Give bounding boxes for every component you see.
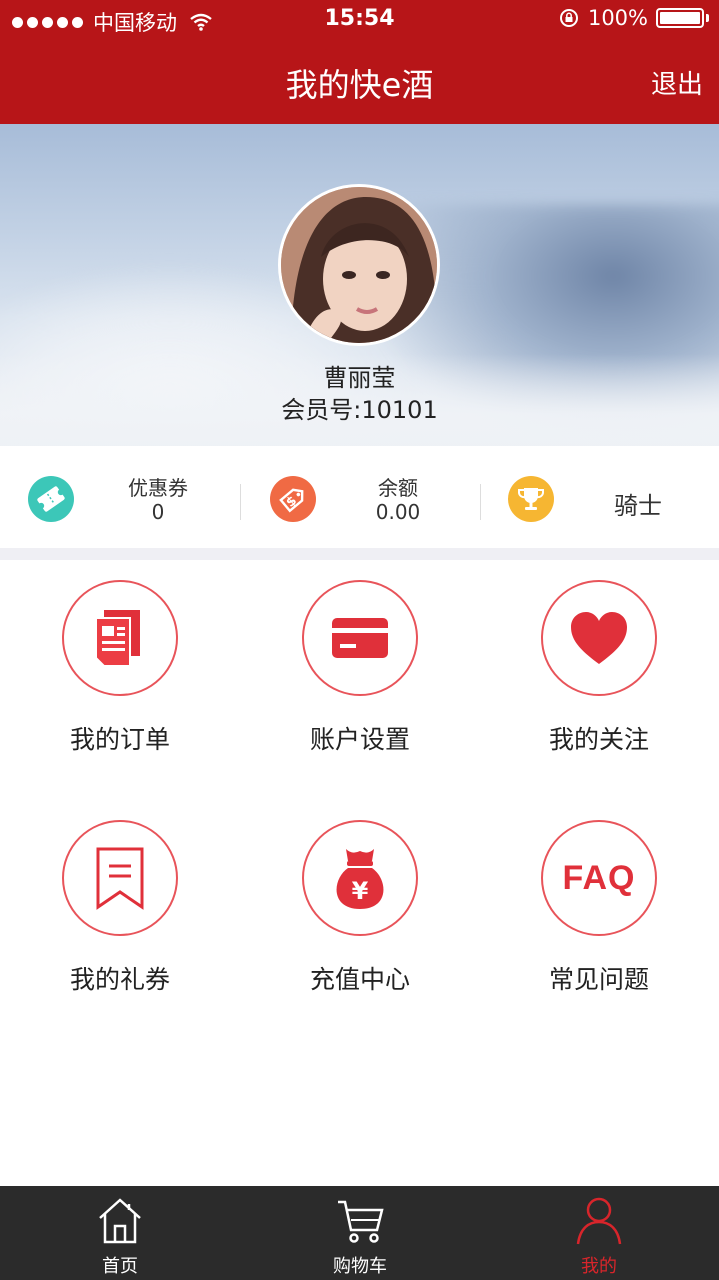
battery-percent: 100% (587, 6, 648, 30)
card-icon (332, 618, 388, 658)
orders-icon (95, 610, 140, 667)
stats-bar: 优惠券 0 $ 余额 0.00 骑士 (0, 446, 719, 552)
tab-home-label: 首页 (102, 1256, 138, 1277)
money-bag-icon: ¥ (336, 849, 384, 909)
faq-icon-ring: FAQ (541, 820, 657, 936)
my-follows-button[interactable]: 我的关注 (499, 580, 699, 780)
avatar[interactable] (278, 184, 440, 346)
top-bar: 中国移动 15:54 100% 我的快e酒 退出 (0, 0, 719, 124)
tab-bar: 首页 购物车 我的 (0, 1186, 719, 1280)
recharge-center-label: 充值中心 (309, 965, 410, 994)
cart-icon (338, 1200, 384, 1243)
account-settings-label: 账户设置 (309, 725, 410, 754)
balance-stat[interactable]: $ 余额 0.00 (240, 446, 480, 552)
logout-button[interactable]: 退出 (651, 64, 703, 101)
balance-label: 余额 (378, 476, 418, 500)
user-name: 曹丽莹 (323, 364, 396, 392)
battery-icon (656, 8, 704, 28)
my-follows-icon-ring (541, 580, 657, 696)
account-settings-button[interactable]: 账户设置 (260, 580, 460, 780)
status-bar: 中国移动 15:54 100% (0, 0, 719, 40)
faq-button[interactable]: FAQ 常见问题 (499, 820, 699, 1020)
my-vouchers-icon-ring (62, 820, 178, 936)
my-vouchers-button[interactable]: 我的礼券 (20, 820, 220, 1020)
level-stat[interactable]: 骑士 (480, 446, 719, 552)
heart-icon (571, 612, 627, 664)
rotation-lock-icon (559, 9, 578, 27)
home-icon (99, 1198, 141, 1244)
svg-text:¥: ¥ (352, 877, 369, 905)
battery-tip (706, 14, 709, 22)
tab-cart[interactable]: 购物车 (240, 1186, 480, 1280)
my-orders-icon-ring (62, 580, 178, 696)
tab-mine[interactable]: 我的 (479, 1186, 719, 1280)
coupon-label: 优惠券 (128, 476, 188, 500)
balance-value: 0.00 (375, 500, 421, 524)
account-settings-icon-ring (302, 580, 418, 696)
tab-cart-label: 购物车 (333, 1256, 387, 1277)
recharge-center-icon-ring: ¥ (302, 820, 418, 936)
faq-icon: FAQ (562, 858, 636, 897)
my-vouchers-label: 我的礼券 (69, 965, 170, 994)
ticket-icon (28, 476, 74, 522)
status-right: 100% (558, 6, 709, 30)
tab-home[interactable]: 首页 (0, 1186, 240, 1280)
page-title: 我的快e酒 (285, 66, 434, 104)
money-tag-icon: $ (270, 476, 316, 522)
profile-header: 曹丽莹 会员号:10101 (0, 124, 719, 446)
my-follows-label: 我的关注 (548, 725, 649, 754)
section-gap (0, 548, 719, 560)
nav-bar: 我的快e酒 退出 (0, 40, 719, 124)
my-orders-label: 我的订单 (69, 725, 170, 754)
user-icon (576, 1197, 622, 1245)
level-value: 骑士 (614, 492, 662, 520)
faq-label: 常见问题 (548, 965, 649, 994)
bookmark-icon (96, 847, 144, 910)
member-number: 会员号:10101 (281, 396, 438, 424)
coupon-stat[interactable]: 优惠券 0 (0, 446, 240, 552)
trophy-icon (508, 476, 554, 522)
recharge-center-button[interactable]: ¥ 充值中心 (260, 820, 460, 1020)
my-orders-button[interactable]: 我的订单 (20, 580, 220, 780)
coupon-value: 0 (151, 500, 165, 524)
avatar-photo (281, 187, 437, 343)
tab-mine-label: 我的 (581, 1256, 617, 1277)
